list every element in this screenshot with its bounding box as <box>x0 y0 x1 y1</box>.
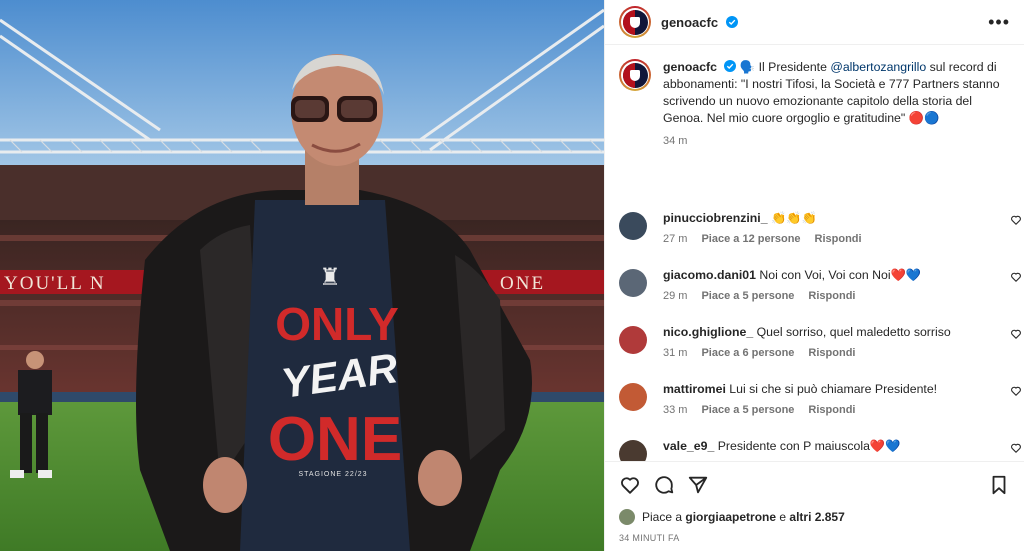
post-photo[interactable]: YOU'LL N ONE ♜ ONLY YEAR ONE STAGIONE 22… <box>0 0 604 551</box>
more-options-icon[interactable]: ••• <box>988 13 1010 31</box>
post-timestamp: 34 MINUTI FA <box>619 533 680 543</box>
comment-text: 👏👏👏 <box>770 211 817 225</box>
caption-time[interactable]: 34 m <box>663 133 1009 150</box>
verified-icon <box>725 15 738 28</box>
comment-username[interactable]: giacomo.dani01 <box>663 268 756 282</box>
reply-button[interactable]: Rispondi <box>815 233 862 245</box>
banner-left-text: YOU'LL N <box>4 273 106 294</box>
reply-button[interactable]: Rispondi <box>808 404 855 416</box>
commenter-avatar[interactable] <box>619 383 647 411</box>
likes-mid: e <box>776 510 790 524</box>
verified-icon <box>724 60 737 72</box>
comment-icon[interactable] <box>653 474 675 496</box>
comment-time[interactable]: 27 m <box>663 233 687 245</box>
author-avatar[interactable] <box>619 6 651 38</box>
caption-pre: 🗣️ Il Presidente <box>739 60 831 74</box>
post-panel: genoacfc ••• genoacfc � <box>604 0 1024 551</box>
reply-button[interactable]: Rispondi <box>808 290 855 302</box>
save-bookmark-icon[interactable] <box>988 474 1010 496</box>
commenter-avatar[interactable] <box>619 269 647 297</box>
stadium-scene: YOU'LL N ONE ♜ ONLY YEAR ONE STAGIONE 22… <box>0 0 604 551</box>
comment-like-heart-icon[interactable] <box>1010 385 1022 397</box>
likes-others[interactable]: altri 2.857 <box>789 510 844 524</box>
post-header: genoacfc ••• <box>605 0 1024 45</box>
comment-time[interactable]: 33 m <box>663 404 687 416</box>
author-username[interactable]: genoacfc <box>661 15 738 30</box>
like-heart-icon[interactable] <box>619 474 641 496</box>
likes-user[interactable]: giorgiaapetrone <box>685 510 776 524</box>
reply-button[interactable]: Rispondi <box>808 347 855 359</box>
comment-like-heart-icon[interactable] <box>1010 214 1022 226</box>
comment-username[interactable]: vale_e9_ <box>663 439 714 453</box>
comment-text: Lui si che si può chiamare Presidente! <box>729 382 938 396</box>
post-caption: genoacfc 🗣️ Il Presidente @albertozangri… <box>605 45 1024 150</box>
comment-item: nico.ghiglione_ Quel sorriso, quel maled… <box>605 324 1024 359</box>
caption-mention[interactable]: @albertozangrillo <box>830 60 926 74</box>
comment-time[interactable]: 29 m <box>663 290 687 302</box>
comment-username[interactable]: pinucciobrenzini_ <box>663 211 768 225</box>
comment-likes[interactable]: Piace a 12 persone <box>701 233 800 245</box>
likes-prefix: Piace a <box>642 510 686 524</box>
action-bar <box>605 461 1024 507</box>
caption-username[interactable]: genoacfc <box>663 60 717 74</box>
commenter-avatar[interactable] <box>619 326 647 354</box>
comment-text: Presidente con P maiuscola❤️💙 <box>717 439 901 453</box>
comment-item: vale_e9_ Presidente con P maiuscola❤️💙34… <box>605 438 1024 461</box>
comment-item: giacomo.dani01 Noi con Voi, Voi con Noi❤… <box>605 267 1024 302</box>
comment-time[interactable]: 31 m <box>663 347 687 359</box>
share-icon[interactable] <box>687 474 709 496</box>
comment-item: mattiromei Lui si che si può chiamare Pr… <box>605 381 1024 416</box>
commenter-avatar[interactable] <box>619 440 647 461</box>
comment-likes[interactable]: Piace a 5 persone <box>701 404 794 416</box>
comment-username[interactable]: nico.ghiglione_ <box>663 325 753 339</box>
comment-like-heart-icon[interactable] <box>1010 271 1022 283</box>
comment-text: Quel sorriso, quel maledetto sorriso <box>756 325 951 339</box>
shirt-text-small: STAGIONE 22/23 <box>298 471 367 478</box>
liker-avatar <box>619 509 635 525</box>
commenter-avatar[interactable] <box>619 212 647 240</box>
svg-text:♜: ♜ <box>319 263 341 291</box>
shirt-text-bottom: ONE <box>268 405 402 474</box>
comment-like-heart-icon[interactable] <box>1010 328 1022 340</box>
comment-likes[interactable]: Piace a 5 persone <box>701 290 794 302</box>
comment-username[interactable]: mattiromei <box>663 382 726 396</box>
comment-likes[interactable]: Piace a 6 persone <box>701 347 794 359</box>
shirt-text-top: ONLY <box>275 298 399 350</box>
banner-right-text: ONE <box>500 273 545 294</box>
comment-like-heart-icon[interactable] <box>1010 442 1022 454</box>
comment-item: pinucciobrenzini_ 👏👏👏 27 m Piace a 12 pers… <box>605 210 1024 245</box>
comment-text: Noi con Voi, Voi con Noi❤️💙 <box>759 268 922 282</box>
likes-summary[interactable]: Piace a giorgiaapetrone e altri 2.857 <box>605 507 1024 527</box>
comments-list[interactable]: genoacfc 🗣️ Il Presidente @albertozangri… <box>605 45 1024 461</box>
caption-avatar[interactable] <box>619 59 651 91</box>
